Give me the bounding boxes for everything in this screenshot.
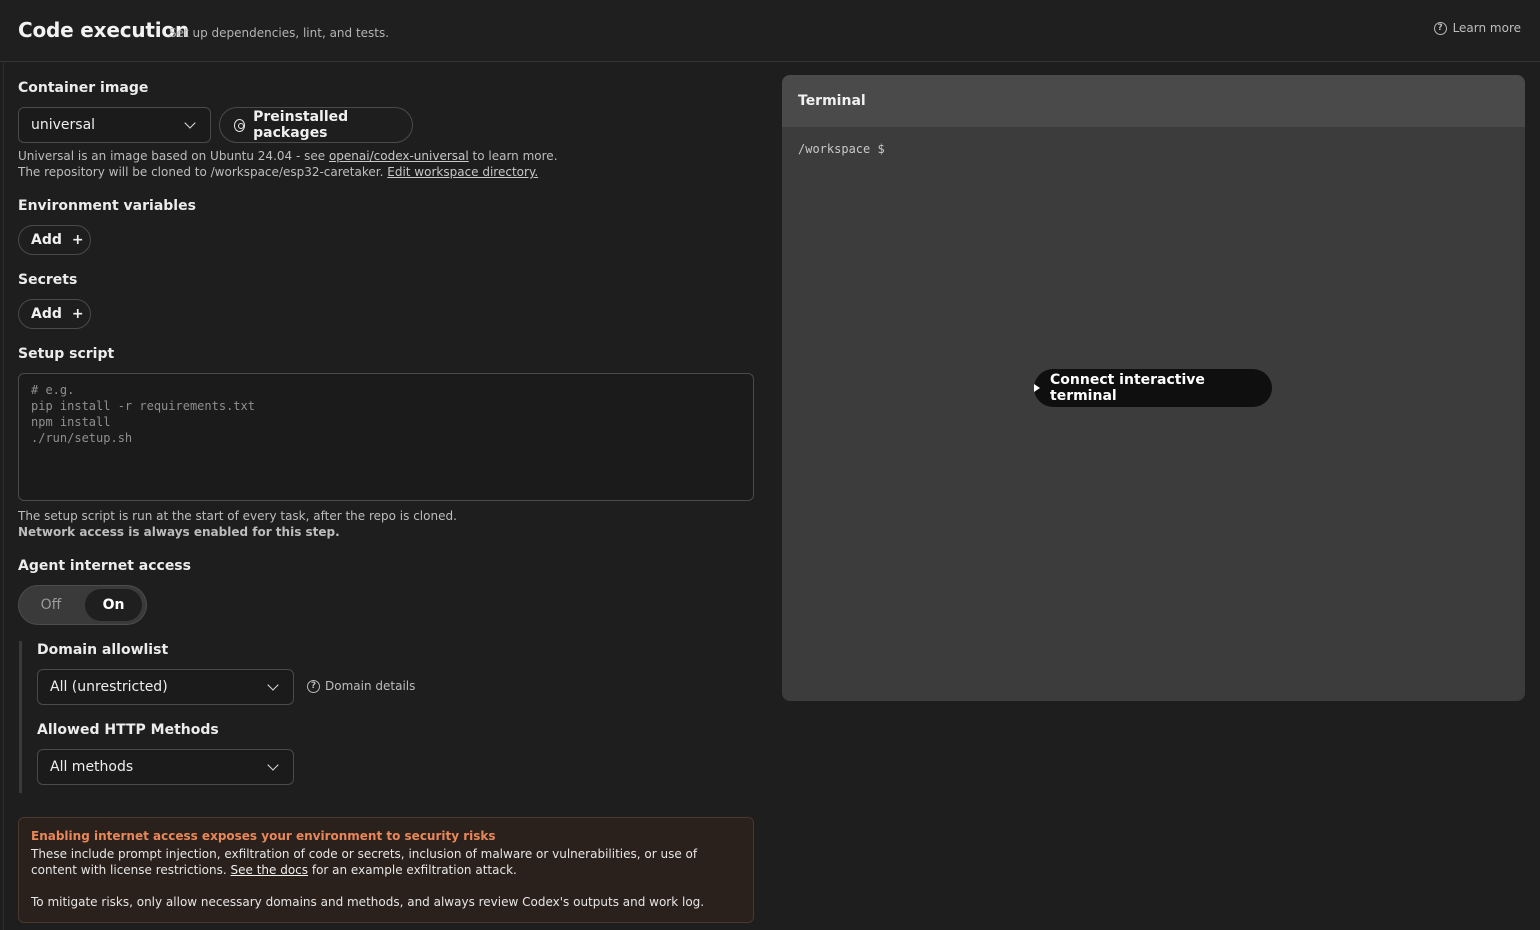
header-bar: Code execution Set up dependencies, lint… [0,0,1540,62]
domain-details-label: Domain details [325,679,416,693]
domain-allowlist-label: Domain allowlist [37,642,169,658]
terminal-prompt: /workspace $ [798,142,885,156]
section-indent-line [19,641,22,793]
see-the-docs-link[interactable]: See the docs [231,863,309,877]
chevron-down-icon [267,679,279,691]
terminal-header: Terminal [782,75,1525,127]
warning-body: These include prompt injection, exfiltra… [31,846,741,878]
toggle-on-option[interactable]: On [85,589,142,621]
secrets-label: Secrets [18,272,78,288]
domain-details-link[interactable]: ? Domain details [307,679,415,693]
terminal-title: Terminal [798,93,866,109]
add-secret-button[interactable]: Add + [18,299,91,329]
help-text: The setup script is run at the start of … [18,509,457,523]
container-image-select[interactable]: universal [18,107,211,143]
setup-script-help: The setup script is run at the start of … [18,508,457,540]
preinstalled-packages-button[interactable]: Preinstalled packages [219,107,413,143]
codex-universal-link[interactable]: openai/codex-universal [329,149,469,163]
learn-more-label: Learn more [1452,21,1521,35]
connect-terminal-button[interactable]: Connect interactive terminal [1034,369,1272,407]
play-icon [1034,384,1040,392]
divider [3,62,4,930]
add-label: Add [31,306,62,322]
add-environment-variable-button[interactable]: Add + [18,225,91,255]
setup-script-label: Setup script [18,346,115,362]
warning-text: for an example exfiltration attack. [311,863,517,877]
preinstalled-packages-label: Preinstalled packages [253,109,349,141]
http-methods-value: All methods [50,759,134,775]
gear-icon [234,118,246,132]
help-text: Universal is an image based on Ubuntu 24… [18,149,326,163]
connect-terminal-label: Connect interactive terminal [1050,372,1205,404]
help-text-bold: Network access is always enabled for thi… [18,525,340,539]
help-circle-icon: ? [307,679,320,693]
chevron-down-icon [184,117,196,129]
help-text: to learn more. [472,149,558,163]
warning-mitigation: To mitigate risks, only allow necessary … [31,895,705,909]
container-image-label: Container image [18,80,149,96]
setup-script-textarea[interactable]: # e.g. pip install -r requirements.txt n… [18,373,754,501]
warning-title: Enabling internet access exposes your en… [31,829,496,843]
plus-icon: + [71,306,84,322]
edit-workspace-directory-link[interactable]: Edit workspace directory. [387,165,538,179]
domain-allowlist-select[interactable]: All (unrestricted) [37,669,294,705]
environment-variables-label: Environment variables [18,198,196,214]
container-image-value: universal [31,117,96,133]
page-title: Code execution [18,18,189,42]
add-label: Add [31,232,62,248]
learn-more-link[interactable]: ? Learn more [1433,21,1521,35]
terminal-panel: Terminal /workspace $ Connect interactiv… [782,75,1525,701]
internet-access-toggle[interactable]: Off On [18,585,147,625]
container-image-help: Universal is an image based on Ubuntu 24… [18,148,758,180]
help-circle-icon: ? [1433,21,1447,35]
page-subtitle: Set up dependencies, lint, and tests. [169,26,390,40]
allowed-http-methods-label: Allowed HTTP Methods [37,722,219,738]
chevron-down-icon [267,759,279,771]
plus-icon: + [71,232,84,248]
domain-allowlist-value: All (unrestricted) [50,679,168,695]
toggle-off-option[interactable]: Off [19,586,83,624]
agent-internet-access-label: Agent internet access [18,558,191,574]
security-warning: Enabling internet access exposes your en… [18,817,754,923]
help-text: The repository will be cloned to /worksp… [18,165,384,179]
http-methods-select[interactable]: All methods [37,749,294,785]
